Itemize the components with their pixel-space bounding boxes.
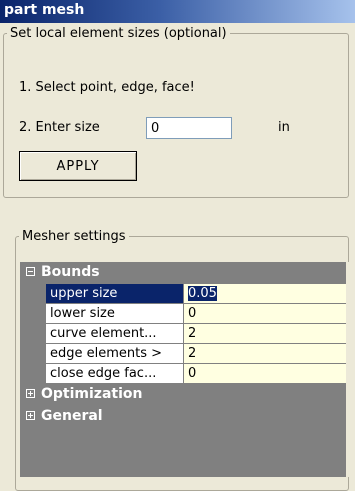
property-value[interactable]: 2 bbox=[184, 324, 346, 343]
category-label: Bounds bbox=[41, 264, 100, 280]
category-general[interactable]: General bbox=[20, 406, 346, 428]
property-row-upper-size[interactable]: upper size 0.05 bbox=[46, 284, 346, 304]
property-row-curve-element[interactable]: curve element... 2 bbox=[46, 324, 346, 344]
unit-label: in bbox=[278, 120, 290, 135]
property-name[interactable]: edge elements > bbox=[46, 344, 184, 363]
property-name[interactable]: close edge fac... bbox=[46, 364, 184, 383]
local-sizes-legend: Set local element sizes (optional) bbox=[10, 26, 227, 41]
expand-icon[interactable] bbox=[26, 389, 35, 398]
property-value[interactable]: 0 bbox=[184, 304, 346, 323]
property-grid[interactable]: Bounds upper size 0.05 lower size 0 curv… bbox=[20, 262, 346, 477]
category-bounds[interactable]: Bounds bbox=[20, 262, 346, 284]
property-value[interactable]: 0 bbox=[184, 364, 346, 383]
property-name[interactable]: upper size bbox=[46, 284, 184, 303]
panel-title: part mesh bbox=[4, 2, 85, 18]
property-value[interactable]: 2 bbox=[184, 344, 346, 363]
category-label: Optimization bbox=[41, 386, 143, 402]
property-name[interactable]: curve element... bbox=[46, 324, 184, 343]
expand-icon[interactable] bbox=[26, 411, 35, 420]
step1-label: 1. Select point, edge, face! bbox=[19, 80, 195, 95]
property-row-lower-size[interactable]: lower size 0 bbox=[46, 304, 346, 324]
property-row-edge-elements[interactable]: edge elements > 2 bbox=[46, 344, 346, 364]
category-optimization[interactable]: Optimization bbox=[20, 384, 346, 406]
apply-button[interactable]: APPLY bbox=[19, 151, 137, 181]
step2-label: 2. Enter size bbox=[19, 120, 100, 135]
property-row-close-edge-factor[interactable]: close edge fac... 0 bbox=[46, 364, 346, 384]
property-value-text[interactable]: 0.05 bbox=[188, 286, 217, 301]
size-input[interactable] bbox=[146, 117, 232, 139]
property-name[interactable]: lower size bbox=[46, 304, 184, 323]
panel-right-edge bbox=[347, 262, 355, 477]
mesher-settings-legend: Mesher settings bbox=[22, 229, 126, 244]
panel-title-bar: part mesh bbox=[0, 0, 355, 23]
property-value[interactable]: 0.05 bbox=[184, 284, 346, 303]
collapse-icon[interactable] bbox=[26, 267, 35, 276]
category-label: General bbox=[41, 408, 103, 424]
